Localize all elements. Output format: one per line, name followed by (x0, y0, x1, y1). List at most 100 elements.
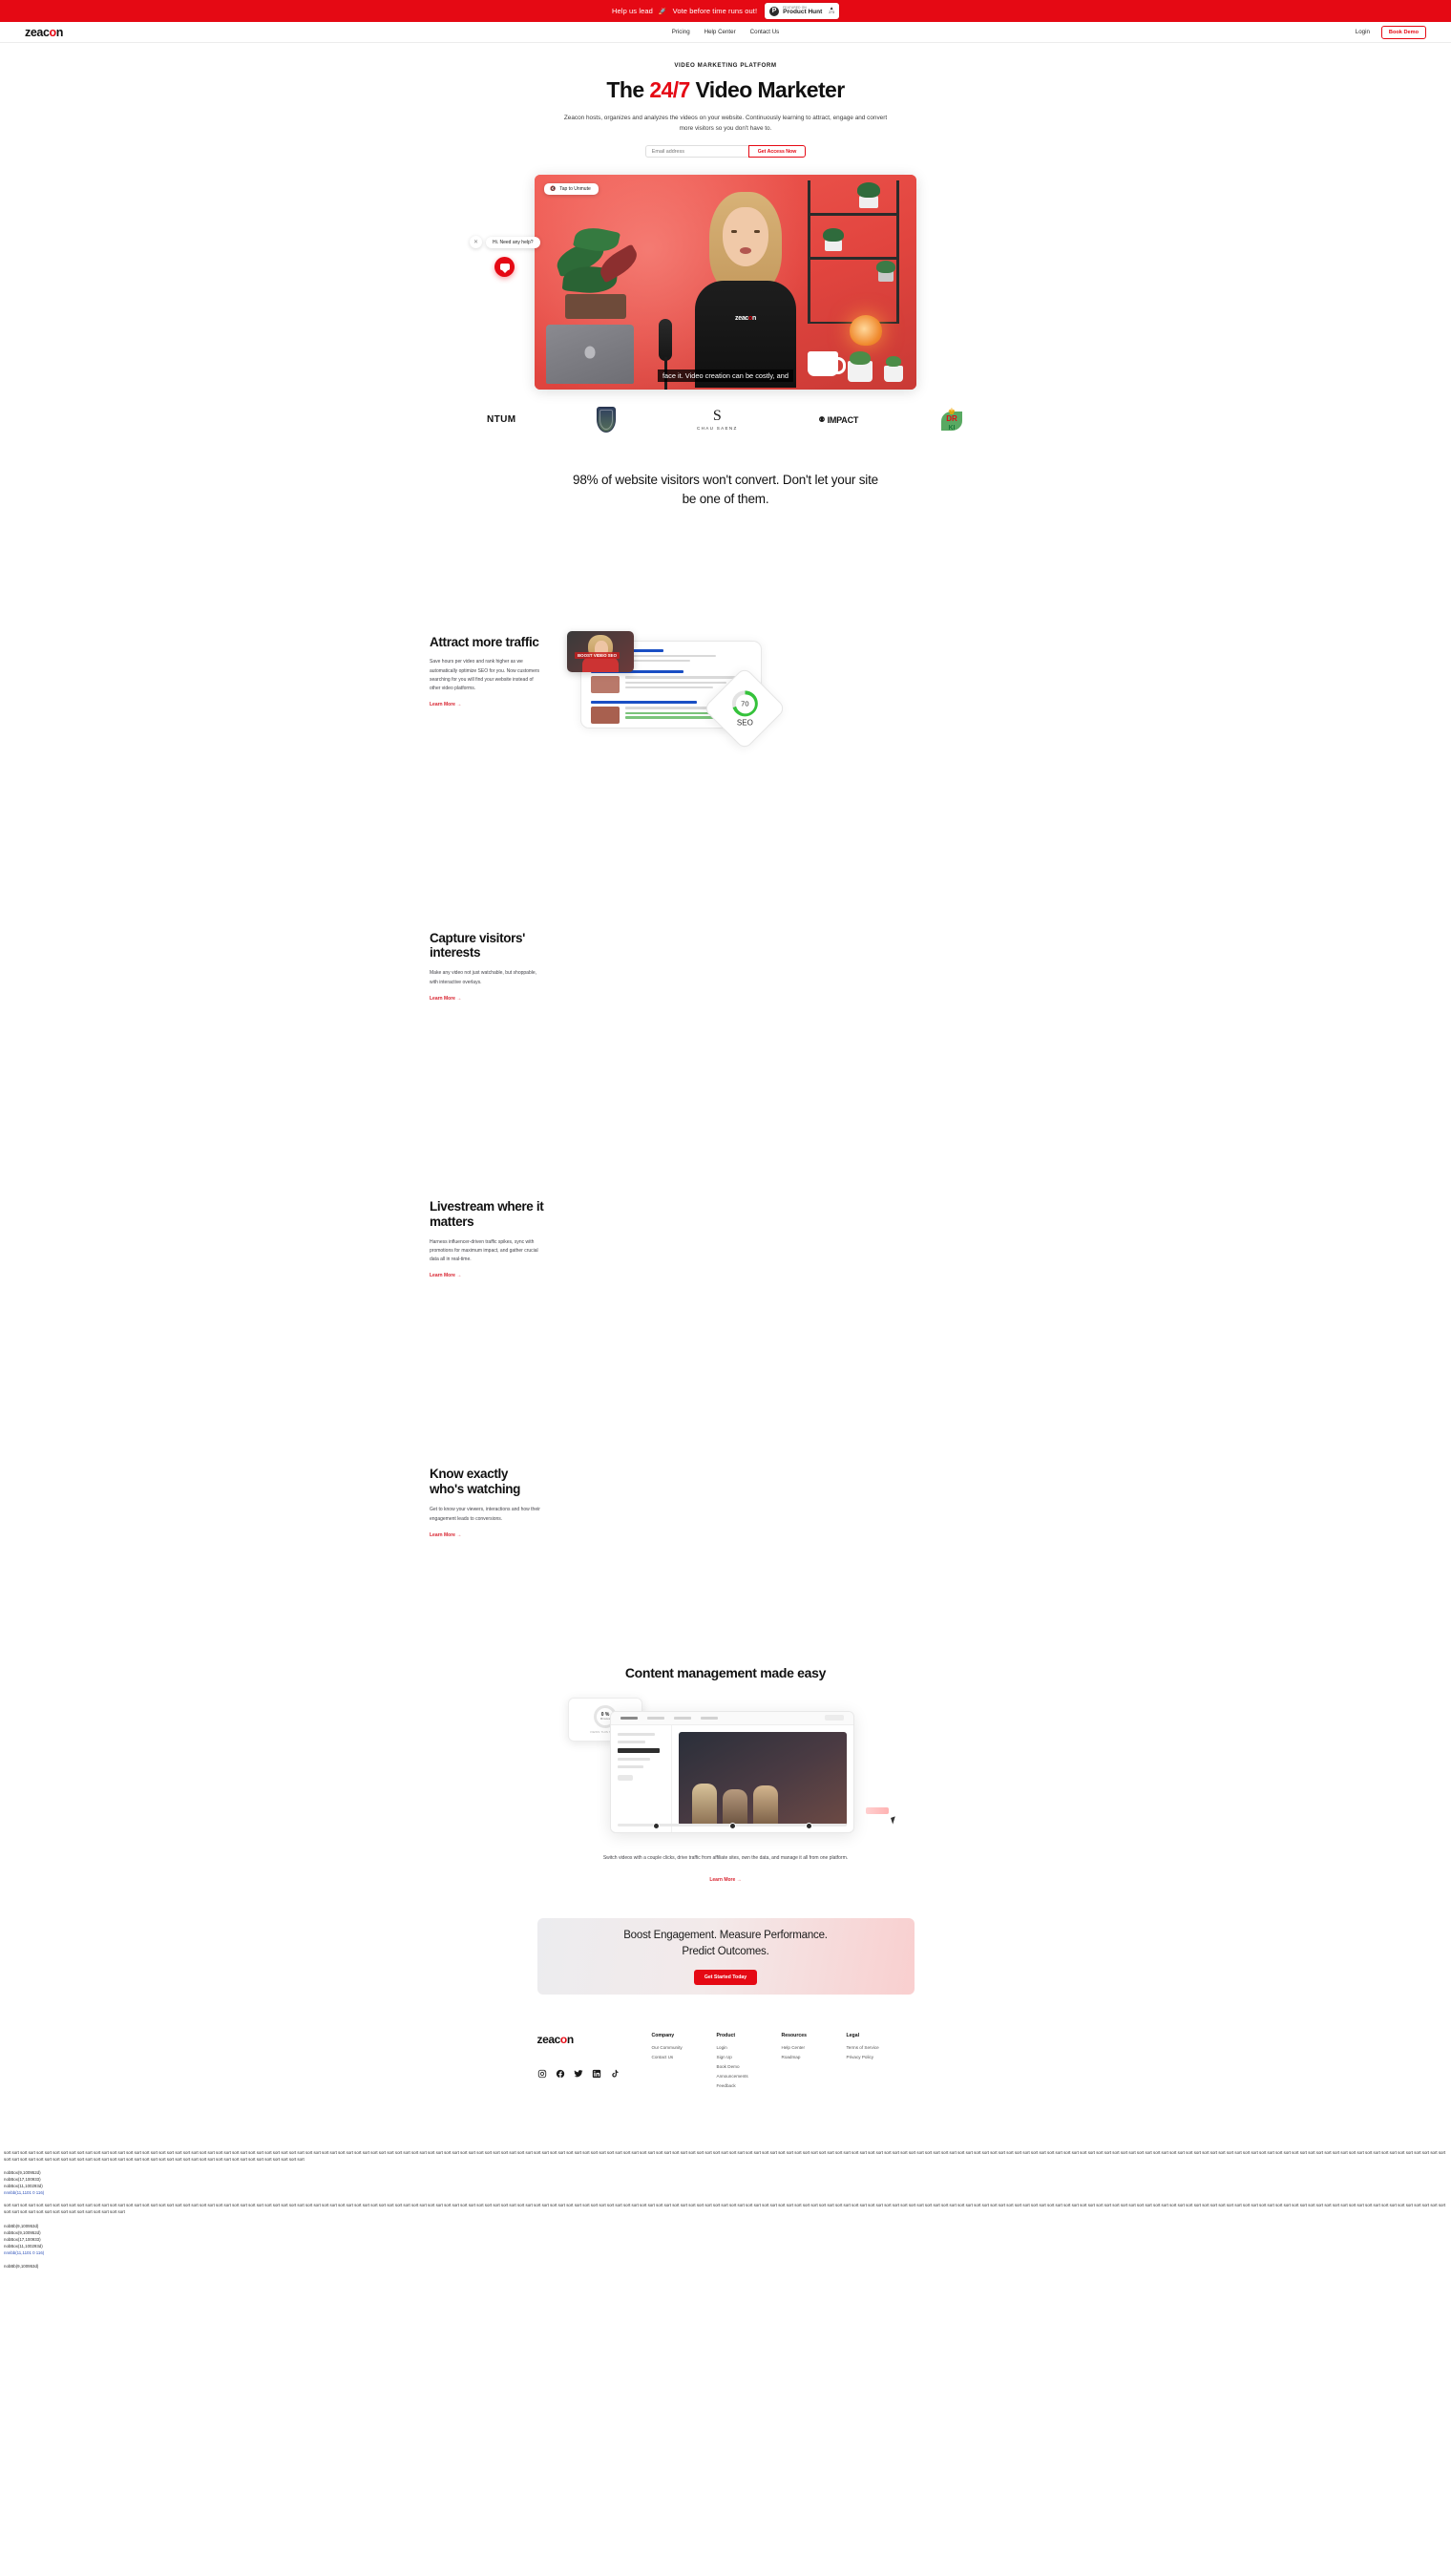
footer-brand: zeacon (537, 2033, 652, 2093)
logo-dot: o (49, 25, 57, 39)
footer-heading-resources: Resources (781, 2033, 808, 2039)
footer-logo-start: zeac (536, 2033, 561, 2047)
dashboard-mockup: 0 % Minutes VIEWS THIS MONTH (568, 1697, 897, 1841)
footer-link-book-demo[interactable]: Book Demo (717, 2064, 782, 2069)
nav-item-contact-us[interactable]: Contact Us (750, 29, 780, 35)
raw-artifact-region: sort sort sort sort sort sort sort sort … (0, 2150, 1451, 2270)
feature-attract-body: Save hours per video and rank higher as … (430, 659, 540, 692)
boost-video-seo-label: BOOST VIDEO SEO (575, 651, 620, 659)
raw-code-line-8: nobBox(11,100293d) (4, 2243, 43, 2249)
dashboard-tab-2[interactable] (647, 1716, 664, 1720)
content-management-learn-more[interactable]: Learn More → (709, 1877, 741, 1883)
get-access-now-button[interactable]: Get Access Now (747, 145, 807, 158)
feature-capture-learn-more[interactable]: Learn More → (430, 996, 461, 1002)
dashboard-side-button[interactable] (618, 1774, 633, 1781)
feature-attract-title: Attract more traffic (430, 634, 539, 649)
crest-logo (597, 407, 617, 433)
product-hunt-badge[interactable]: P FEATURED ON Product Hunt ▲ 273 (765, 3, 839, 19)
footer-column-company: Company Our Community Contact Us (652, 2033, 717, 2093)
feature-know-learn-more[interactable]: Learn More → (430, 1532, 461, 1538)
scrubber-marker-1[interactable] (652, 1822, 660, 1829)
feature-know-body: Get to know your viewers, interactions a… (430, 1507, 540, 1522)
product-hunt-text: FEATURED ON Product Hunt (783, 6, 822, 16)
raw-code-line-2: nobBox(17,100933) (4, 2177, 41, 2183)
feature-livestream-learn-more[interactable]: Learn More → (430, 1273, 461, 1278)
promo-banner[interactable]: Help us lead 🚀 Vote before time runs out… (0, 0, 1451, 22)
footer-heading-product: Product (716, 2033, 736, 2039)
raw-code-line-1: nobBox(9,100952d) (4, 2170, 41, 2176)
footer-link-our-community[interactable]: Our Community (652, 2045, 717, 2050)
footer-link-feedback[interactable]: Feedback (717, 2083, 782, 2088)
hero-section: VIDEO MARKETING PLATFORM The 24/7 Video … (0, 43, 1451, 433)
unmute-button[interactable]: 🔇 Tap to Unmute (544, 183, 599, 196)
footer-link-sign-up[interactable]: Sign Up (717, 2055, 782, 2059)
footer-link-roadmap[interactable]: Roadmap (782, 2055, 847, 2059)
scrubber-marker-2[interactable] (728, 1822, 736, 1829)
unmute-label: Tap to Unmute (559, 186, 591, 193)
raw-code-line-10: nobBb(9,100953d) (4, 2263, 39, 2269)
raw-code-line-9: nnnbb(11,1101 0 116) (4, 2249, 45, 2255)
dashboard-tab-1[interactable] (620, 1716, 638, 1720)
feature-capture-body: Make any video not just watchable, but s… (430, 970, 537, 985)
close-icon[interactable]: ✕ (470, 236, 482, 249)
footer-link-announcements[interactable]: Announcements (717, 2074, 782, 2079)
dashboard-tab-3[interactable] (674, 1716, 691, 1720)
raw-code-line-4: nnnbb(11,1101 0 116) (4, 2190, 45, 2196)
nav-item-pricing[interactable]: Pricing (672, 29, 690, 35)
feature-attract-learn-more[interactable]: Learn More → (430, 702, 461, 707)
product-hunt-upvote[interactable]: ▲ 273 (829, 7, 834, 14)
get-started-today-button[interactable]: Get Started Today (693, 1970, 758, 1986)
footer-link-contact-us[interactable]: Contact Us (652, 2055, 717, 2059)
cta-heading-line2: Predict Outcomes. (682, 1945, 769, 1957)
dashboard-video-preview[interactable] (679, 1731, 847, 1826)
dashboard-tab-4[interactable] (701, 1716, 718, 1720)
footer-link-terms-of-service[interactable]: Terms of Service (847, 2045, 912, 2050)
feature-livestream-title: Livestream where it matters (430, 1198, 544, 1229)
login-link[interactable]: Login (1356, 29, 1370, 35)
chat-glyph (499, 264, 510, 274)
seo-score-gauge: 70 (731, 689, 758, 716)
email-input[interactable] (644, 145, 748, 158)
scrubber-marker-3[interactable] (805, 1822, 812, 1829)
hero-eyebrow: VIDEO MARKETING PLATFORM (674, 62, 777, 69)
mug-decor (808, 351, 846, 377)
laptop-decor (546, 325, 634, 385)
video-caption: face it. Video creation can be costly, a… (657, 370, 794, 383)
seo-visual: BOOST VIDEO SEO 70 SEO (567, 630, 787, 750)
hero-title-post: Video Marketer (689, 77, 845, 102)
feature-capture-title: Capture visitors' interests (430, 930, 526, 961)
conversion-statement: 98% of website visitors won't convert. D… (573, 473, 878, 506)
lamp-decor (850, 315, 882, 347)
facebook-icon[interactable] (556, 2069, 565, 2079)
linkedin-icon[interactable] (592, 2069, 601, 2079)
footer-logo[interactable]: zeacon (537, 2033, 652, 2046)
footer-link-login[interactable]: Login (717, 2045, 782, 2050)
twitter-icon[interactable] (573, 2069, 583, 2079)
dashboard-action-chip[interactable] (825, 1715, 844, 1721)
cta-band: Boost Engagement. Measure Performance. P… (536, 1918, 915, 1995)
tiktok-icon[interactable] (610, 2069, 620, 2079)
hero-video-player[interactable]: zeacon 🔇 Tap to Unmute face it. Video cr… (535, 175, 916, 391)
hoodie-logo: zeacon (735, 315, 756, 323)
hero-paragraph: Zeacon hosts, organizes and analyzes the… (563, 115, 888, 133)
apple-logo-icon (584, 346, 596, 359)
footer-link-help-center[interactable]: Help Center (782, 2045, 847, 2050)
video-scrubber[interactable] (618, 1822, 847, 1829)
highlight-bar (866, 1806, 889, 1814)
hero-title-pre: The (606, 77, 650, 102)
instagram-icon[interactable] (537, 2069, 547, 2079)
book-demo-button[interactable]: Book Demo (1380, 25, 1426, 39)
shelf-decor (808, 180, 899, 325)
drki-dr-label: DR (946, 413, 957, 423)
serp-thumbnail-1 (591, 676, 620, 694)
feature-attract-traffic: Attract more traffic Save hours per vide… (430, 630, 1021, 750)
feature-livestream-text: Livestream where it matters Harness infl… (430, 1195, 544, 1282)
footer-link-privacy-policy[interactable]: Privacy Policy (847, 2055, 912, 2059)
dashboard-window[interactable] (610, 1710, 854, 1833)
chat-bubble-icon[interactable] (494, 257, 515, 278)
momentum-logo-label: NTUM (487, 414, 516, 426)
sound-wave-icon: ⚉ (818, 415, 826, 425)
nav-item-help-center[interactable]: Help Center (704, 29, 736, 35)
main-navigation: zeacon Pricing Help Center Contact Us Lo… (0, 22, 1451, 43)
brand-logo[interactable]: zeacon (25, 26, 63, 39)
